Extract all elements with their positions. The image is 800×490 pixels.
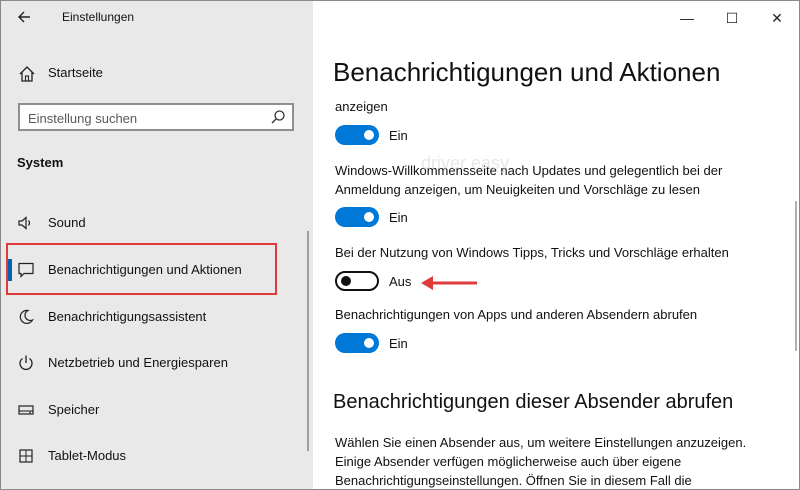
toggle-knob — [341, 276, 351, 286]
tablet-icon — [17, 447, 35, 465]
back-arrow-icon[interactable] — [15, 7, 35, 27]
sidebar-item-label: Startseite — [48, 65, 103, 80]
section-description: Wählen Sie einen Absender aus, um weiter… — [335, 435, 747, 488]
toggle-switch[interactable] — [335, 271, 379, 291]
red-arrow-icon — [419, 271, 479, 295]
sidebar-item-label: Benachrichtigungsassistent — [48, 309, 207, 324]
sidebar-item-focus-assist[interactable]: Benachrichtigungsassistent — [1, 300, 313, 334]
search-input[interactable] — [28, 109, 258, 127]
toggle-state-label: Aus — [389, 274, 412, 289]
settings-search — [18, 103, 294, 131]
section-heading: Benachrichtigungen dieser Absender abruf… — [333, 391, 734, 413]
maximize-button[interactable]: ☐ — [723, 9, 741, 27]
moon-icon — [17, 308, 35, 326]
page-title: Benachrichtigungen und Aktionen — [333, 57, 721, 87]
sidebar-item-power[interactable]: Netzbetrieb und Energiesparen — [1, 346, 313, 380]
setting-text: Benachrichtigungen von Apps und anderen … — [335, 307, 698, 322]
home-icon — [17, 64, 37, 84]
window-title: Einstellungen — [62, 10, 135, 24]
section-title: System — [17, 155, 64, 170]
toggle-state-label: Ein — [389, 336, 408, 351]
sidebar-item-sound[interactable]: Sound — [1, 206, 313, 240]
setting-text: Windows-Willkommensseite nach Updates un… — [335, 163, 723, 197]
minimize-button[interactable]: — — [678, 9, 696, 27]
sidebar-item-label: Speicher — [48, 402, 100, 417]
sidebar-item-storage[interactable]: Speicher — [1, 393, 313, 427]
search-icon[interactable] — [270, 109, 286, 125]
storage-icon — [17, 401, 35, 419]
sidebar-item-label: Netzbetrieb und Energiesparen — [48, 355, 228, 370]
setting-text: Bei der Nutzung von Windows Tipps, Trick… — [335, 245, 729, 260]
sidebar-item-tablet[interactable]: Tablet-Modus — [1, 439, 313, 473]
main-content: — ☐ ✕ Benachrichtigungen und Aktionen an… — [313, 1, 799, 489]
toggle-knob — [364, 338, 374, 348]
sidebar-item-home[interactable]: Startseite — [1, 59, 313, 87]
main-scrollbar[interactable] — [795, 201, 797, 351]
sidebar-scrollbar[interactable] — [307, 231, 309, 451]
sidebar-item-label: Tablet-Modus — [48, 448, 127, 463]
toggle-switch[interactable] — [335, 207, 379, 227]
sidebar-item-label: Sound — [48, 215, 86, 230]
toggle-state-label: Ein — [389, 128, 408, 143]
toggle-switch[interactable] — [335, 333, 379, 353]
close-button[interactable]: ✕ — [768, 9, 786, 27]
toggle-state-label: Ein — [389, 210, 408, 225]
settings-window: Einstellungen Startseite System Sound — [0, 0, 800, 490]
watermark: driver easy — [421, 153, 510, 173]
power-icon — [17, 354, 35, 372]
setting-text: anzeigen — [335, 99, 388, 114]
toggle-switch[interactable] — [335, 125, 379, 145]
toggle-knob — [364, 130, 374, 140]
toggle-knob — [364, 212, 374, 222]
sidebar: Einstellungen Startseite System Sound — [1, 1, 313, 489]
highlight-box — [6, 243, 277, 295]
speaker-icon — [17, 214, 35, 232]
